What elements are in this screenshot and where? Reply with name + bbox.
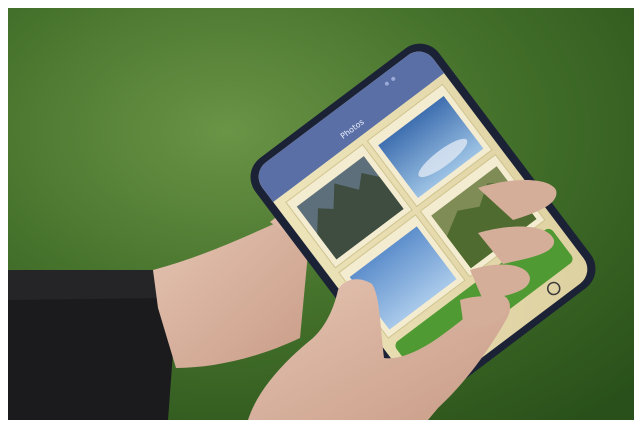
photo-frame: Photos — [8, 8, 634, 420]
scene: Photos — [8, 8, 634, 420]
